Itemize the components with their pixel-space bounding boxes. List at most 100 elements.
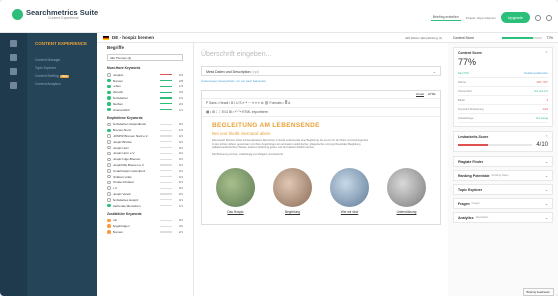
image-wer-wir-sind[interactable]: Wer wir sind xyxy=(330,168,369,214)
word-count: 425 Wörter (Empfehlung: 0) xyxy=(404,35,442,40)
content-score-card: Content Score ⌃ 77% Ziel 77% Details ausbl… xyxy=(453,47,553,127)
save-status: Änderungen Gespeichert: vor ein paar Sek… xyxy=(201,79,267,83)
content-subheading: Bei uns bleibt niemand allein xyxy=(212,131,271,136)
status-icon xyxy=(107,163,111,167)
panel-analytics[interactable]: Analytics Aktualisiert ⌄ xyxy=(453,212,553,223)
status-icon xyxy=(107,84,111,89)
status-icon xyxy=(107,192,111,196)
keyword-row[interactable]: Bremen 2/1 xyxy=(107,229,183,235)
status-icon xyxy=(107,90,111,95)
chevron-down-icon: ⌄ xyxy=(545,201,548,206)
chevron-down-icon: ⌄ xyxy=(545,187,548,192)
meta-description-field[interactable]: Meta Daten und Description (opt) ⌄ xyxy=(201,66,441,76)
top-bar: Searchmetrics Suite Content Experience B… xyxy=(0,0,558,33)
status-icon xyxy=(107,128,111,133)
rich-text-editor: Visual HTML P Sans • Headi • B I U S ≡ ❝ … xyxy=(201,90,441,226)
search-icon[interactable] xyxy=(10,54,17,61)
status-icon xyxy=(107,145,111,150)
toolbar-row-2[interactable]: ▦ • ⊞ ⌶ ⌷ ⊟ ⊡ ⊞ • ↶ ↷ HTML exportieren xyxy=(202,108,440,117)
metric-row: Absatzlänge 0/1 wenig xyxy=(458,114,548,123)
chevron-down-icon: ⌄ xyxy=(545,159,548,164)
metric-row: Bilder 4 xyxy=(458,96,548,105)
status-icon xyxy=(107,186,111,190)
editor-content[interactable]: BEGLEITUNG AM LEBENSENDE Bei uns bleibt … xyxy=(202,117,440,224)
nav-item-manager[interactable]: Content Manager xyxy=(27,56,97,64)
germany-flag-icon xyxy=(103,35,109,40)
nav-item-briefing[interactable]: Content Briefing NEW xyxy=(27,72,97,80)
keywords-panel: Begriffe Alle Themen (1) Must-Have Keywo… xyxy=(97,43,194,296)
tab-html[interactable]: HTML xyxy=(428,92,436,97)
panel-topic-explorer[interactable]: Topic Explorer ⌄ xyxy=(453,184,553,195)
content-score-value: 77% xyxy=(546,35,553,40)
image-hospiz[interactable]: Das Hospiz xyxy=(216,168,255,214)
users-icon[interactable] xyxy=(10,82,17,89)
metric-row: Wörter 425 / 547 xyxy=(458,78,548,87)
status-icon xyxy=(107,134,111,138)
upgrade-button[interactable]: Upgrade xyxy=(500,12,530,23)
metric-row: Überschrift 0/1 min 1/1 xyxy=(458,87,548,96)
document-title-bar: DE - hospiz bremen 425 Wörter (Empfehlun… xyxy=(97,33,448,43)
status-icon xyxy=(107,107,111,112)
brand-logo[interactable]: Searchmetrics Suite Content Experience xyxy=(12,8,98,20)
chevron-down-icon: ⌄ xyxy=(545,173,548,178)
paragraph: Die Betreuung ist bzgl. unabhängig von R… xyxy=(212,152,284,156)
nav-item-topic-explorer[interactable]: Topic Explorer xyxy=(27,64,97,72)
keyword-row[interactable]: sterbende Menschen 1/1 xyxy=(107,203,183,209)
tab-visual[interactable]: Visual xyxy=(415,92,424,97)
logo-mark-icon xyxy=(12,8,23,20)
icon-sidebar xyxy=(0,33,27,296)
chevron-up-icon[interactable]: ⌃ xyxy=(545,135,548,139)
status-icon xyxy=(107,73,111,77)
keywords-title: Begriffe xyxy=(107,45,125,50)
keyword-section-title: Empfohlene Keywords xyxy=(107,115,143,120)
editor: Überschrift eingeben... Meta Daten und D… xyxy=(194,43,448,296)
keyword-row[interactable]: ehrenamtlich 1/1 xyxy=(107,107,183,113)
nav-item-analytics[interactable]: Content Analytics xyxy=(27,80,97,88)
status-icon xyxy=(107,151,111,156)
content-score-bar: Content Score 77% xyxy=(448,33,558,43)
settings-icon[interactable] xyxy=(535,14,541,21)
user-icon[interactable] xyxy=(546,14,552,21)
status-icon xyxy=(107,78,111,83)
content-heading: BEGLEITUNG AM LEBENSENDE xyxy=(212,122,320,129)
image-begleitung[interactable]: Begleitung xyxy=(273,168,312,214)
status-icon xyxy=(107,96,111,100)
paragraph: palliativmedizinischem Wissen anderen er… xyxy=(212,146,315,150)
status-icon xyxy=(107,174,111,179)
headline-input[interactable]: Überschrift eingeben... xyxy=(201,51,441,58)
status-icon xyxy=(107,230,111,234)
document-icon[interactable] xyxy=(10,68,17,75)
topic-filter-select[interactable]: Alle Themen (1) xyxy=(107,54,183,61)
score-target: Ziel 77% xyxy=(458,71,469,75)
content-nav: CONTENT EXPERIENCE Content Manager Topic… xyxy=(27,33,97,296)
readability-score: 4/10 xyxy=(536,142,548,148)
project-label[interactable]: Projekt: https://ufgi.de/ xyxy=(466,16,496,20)
status-icon xyxy=(107,180,111,185)
nav-title: CONTENT EXPERIENCE xyxy=(35,41,88,46)
edit-briefing-button[interactable]: Briefing bearbeiten xyxy=(522,288,554,296)
toolbar-row-1[interactable]: P Sans • Headi • B I U S ≡ ❝ ⋯ ≡ ≡ ≡ ⊘ ⛓… xyxy=(202,99,440,108)
readability-card: Lesbarkeits-Score ⌃ 4/10 xyxy=(453,131,553,152)
home-icon[interactable] xyxy=(10,40,17,47)
panel-ranking-potentiale[interactable]: Ranking Potentiale Ranking Daten ⌄ xyxy=(453,170,553,181)
chevron-up-icon[interactable]: ⌃ xyxy=(545,51,548,55)
status-icon xyxy=(107,122,111,127)
metric-row: Keyword Abdeckung 1/43 xyxy=(458,105,548,114)
keyword-section-title: Must-Have Keywords xyxy=(107,66,141,70)
status-icon xyxy=(107,102,111,106)
keyword-section-title: Zusätzliche Keywords xyxy=(107,211,142,216)
status-icon xyxy=(107,224,111,228)
app-window: Searchmetrics Suite Content Experience B… xyxy=(0,0,558,296)
document-title: DE - hospiz bremen xyxy=(112,35,155,40)
status-icon xyxy=(107,218,111,223)
details-link[interactable]: Details ausblenden xyxy=(524,71,548,75)
image-unterstuetzung[interactable]: Unterstützung xyxy=(387,168,426,214)
content-score-label: Content Score xyxy=(453,35,475,40)
right-panel: Content Score ⌃ 77% Ziel 77% Details ausbl… xyxy=(448,43,558,296)
status-icon xyxy=(107,198,111,202)
new-badge: NEW xyxy=(59,75,70,78)
briefing-link[interactable]: Briefing erstellen xyxy=(430,14,461,21)
status-icon xyxy=(107,140,111,144)
panel-plagiate-finder[interactable]: Plagiate Finder ⌄ xyxy=(453,156,553,167)
panel-fragen[interactable]: Fragen Fragen ⌄ xyxy=(453,198,553,209)
